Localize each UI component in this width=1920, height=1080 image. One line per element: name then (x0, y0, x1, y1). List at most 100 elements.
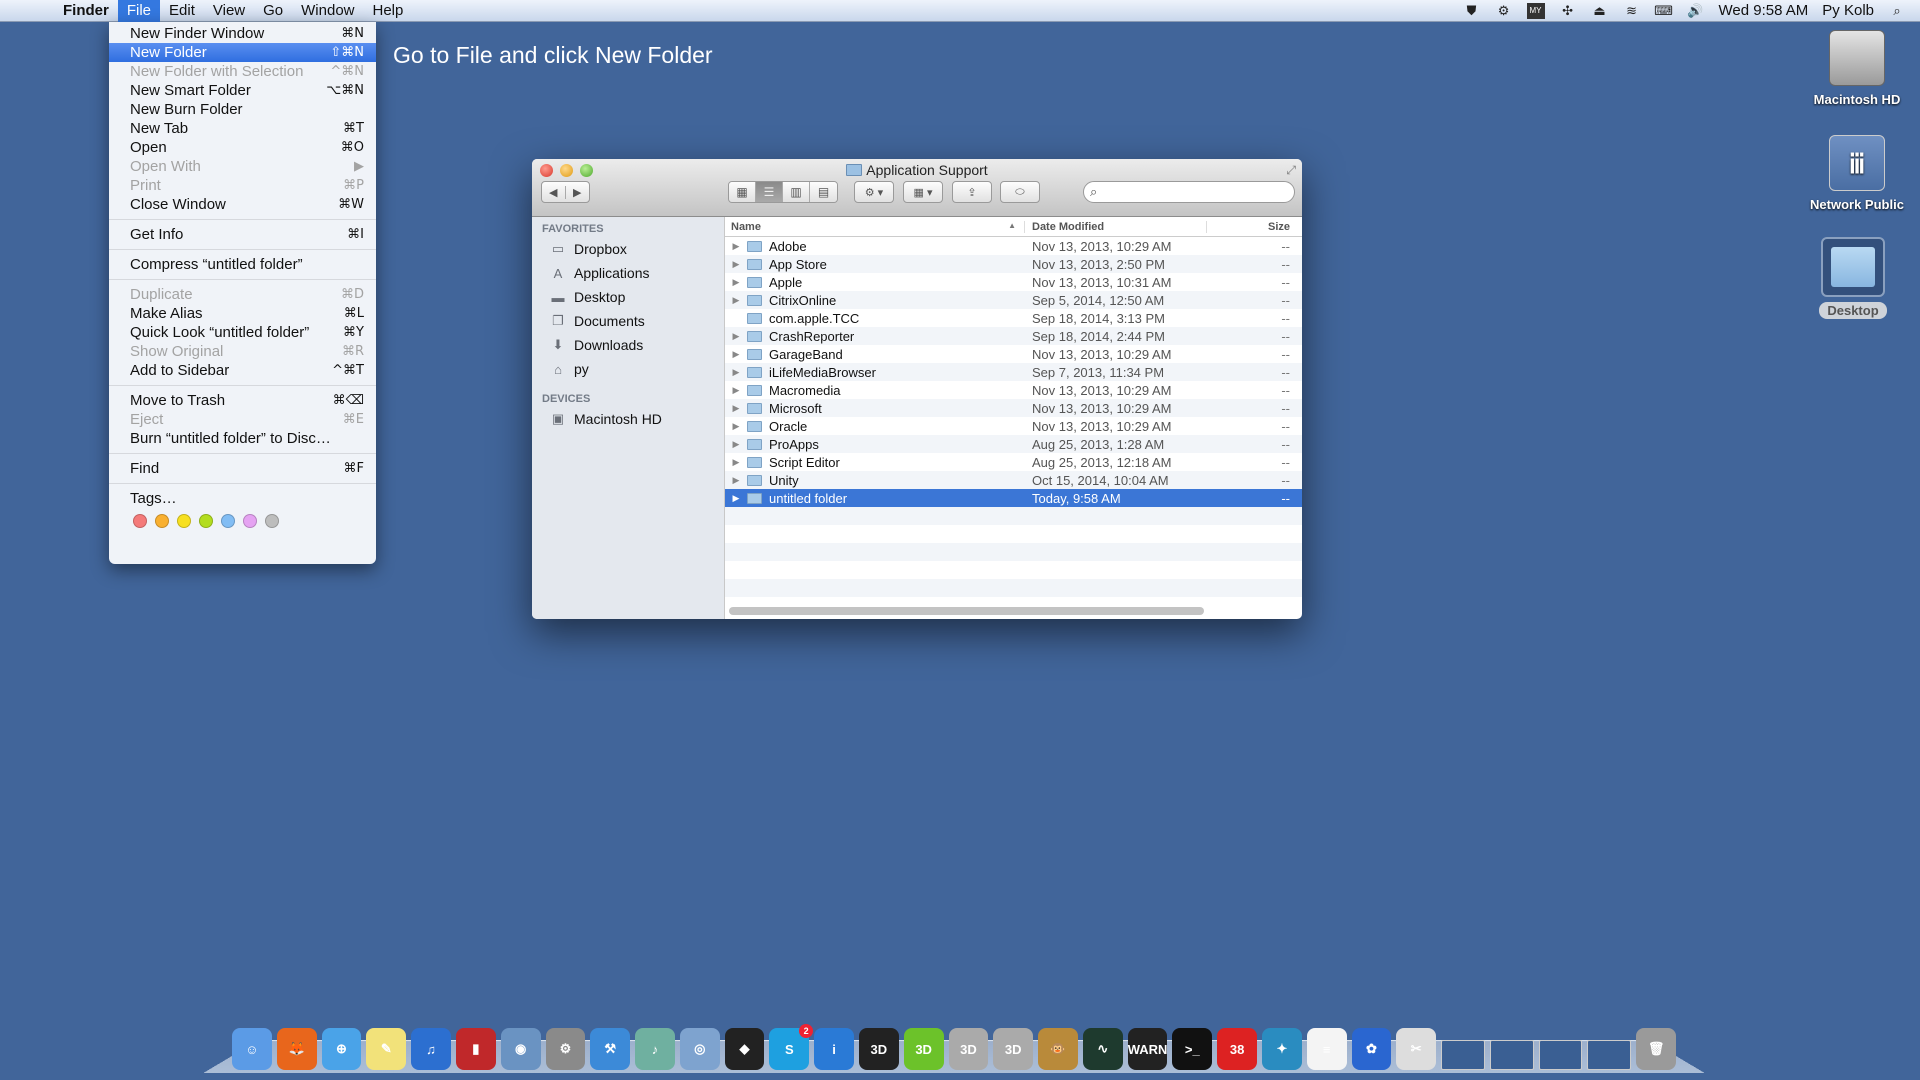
sidebar-item-applications[interactable]: A Applications (532, 261, 724, 285)
keyboard-icon[interactable]: ⌨ (1654, 3, 1673, 19)
tag-color-4[interactable] (221, 514, 235, 528)
dock-3d-app-8-icon[interactable]: 38 (1217, 1028, 1257, 1070)
dock-photo-booth-icon[interactable]: ▮ (455, 1028, 496, 1070)
tag-color-5[interactable] (243, 514, 257, 528)
menu-item-new-finder-window[interactable]: New Finder Window ⌘N (109, 24, 376, 43)
file-row[interactable]: ▶ GarageBand Nov 13, 2013, 10:29 AM -- (725, 345, 1302, 363)
disclosure-triangle-icon[interactable]: ▶ (725, 259, 747, 270)
file-row[interactable]: ▶ Macromedia Nov 13, 2013, 10:29 AM -- (725, 381, 1302, 399)
dock-3d-app-icon[interactable]: 3D (858, 1028, 899, 1070)
column-name[interactable]: Name ▲ (725, 220, 1025, 233)
disclosure-triangle-icon[interactable]: ▶ (725, 421, 747, 432)
sidebar-item-downloads[interactable]: ⬇ Downloads (532, 333, 724, 357)
menu-item-close-window[interactable]: Close Window ⌘W (109, 195, 376, 214)
wifi-icon[interactable]: ≋ (1623, 3, 1641, 19)
dock-info-icon[interactable]: i (814, 1028, 854, 1070)
menu-app-name[interactable]: Finder (54, 0, 118, 22)
dock-3d-app-6-icon[interactable]: 3D (948, 1028, 989, 1070)
dock-3d-app-7-icon[interactable]: 3D (993, 1028, 1034, 1070)
menu-item-add-to-sidebar[interactable]: Add to Sidebar ^⌘T (109, 361, 376, 380)
disclosure-triangle-icon[interactable]: ▶ (725, 241, 747, 252)
edit-tags-button[interactable]: ⬭ (1000, 181, 1040, 203)
desktop-icon-desktop[interactable]: Desktop (1798, 237, 1908, 319)
eject-icon[interactable]: ⏏ (1591, 3, 1609, 19)
dock-activity-monitor-icon[interactable]: ∿ (1082, 1028, 1123, 1070)
clock[interactable]: Wed 9:58 AM (1719, 2, 1809, 19)
menu-item-new-tab[interactable]: New Tab ⌘T (109, 119, 376, 138)
list-view-button[interactable]: ☰ (756, 182, 783, 202)
dock-terminal-icon[interactable]: >_ (1172, 1028, 1213, 1070)
menu-item-new-folder[interactable]: New Folder ⇧⌘N (109, 43, 376, 62)
menu-item-move-to-trash[interactable]: Move to Trash ⌘⌫ (109, 391, 376, 410)
menu-item-find[interactable]: Find ⌘F (109, 459, 376, 478)
dock-minimized-window-1-icon[interactable] (1441, 1040, 1485, 1070)
dock-finder-icon[interactable]: ☺ (232, 1028, 272, 1070)
action-button[interactable]: ⚙ ▾ (854, 181, 894, 203)
column-size[interactable]: Size (1207, 221, 1302, 233)
menu-go[interactable]: Go (254, 0, 292, 22)
disclosure-triangle-icon[interactable]: ▶ (725, 295, 747, 306)
share-button[interactable]: ⇪ (952, 181, 992, 203)
sidebar-item-dropbox[interactable]: ▭ Dropbox (532, 237, 724, 261)
menu-item-print[interactable]: Print ⌘P (109, 176, 376, 195)
icon-view-button[interactable]: ▦ (729, 182, 756, 202)
dock-system-preferences-icon[interactable]: ⚙ (545, 1028, 586, 1070)
dock-textedit-doc-icon[interactable]: ≡ (1306, 1028, 1347, 1070)
disclosure-triangle-icon[interactable]: ▶ (725, 475, 747, 486)
sidebar-item-documents[interactable]: ❐ Documents (532, 309, 724, 333)
coverflow-view-button[interactable]: ▤ (810, 182, 837, 202)
dock-safari-icon[interactable]: ⊕ (321, 1028, 362, 1070)
dock-console-icon[interactable]: WARN (1127, 1028, 1168, 1070)
sidebar-item-py[interactable]: ⌂ py (532, 357, 724, 381)
dock-unity-remote-icon[interactable]: ◎ (679, 1028, 720, 1070)
window-titlebar[interactable]: Application Support ⤢ ◀ ▶ ▦ ☰ ▥ ▤ ⚙ ▾ ▦ … (532, 159, 1302, 217)
disclosure-triangle-icon[interactable]: ▶ (725, 331, 747, 342)
back-button[interactable]: ◀ (542, 185, 566, 199)
dock-sourcetree-icon[interactable]: ✦ (1262, 1028, 1302, 1070)
forward-button[interactable]: ▶ (566, 186, 589, 199)
file-row[interactable]: ▶ CitrixOnline Sep 5, 2014, 12:50 AM -- (725, 291, 1302, 309)
menu-item-open[interactable]: Open ⌘O (109, 138, 376, 157)
menu-help[interactable]: Help (364, 0, 413, 22)
dock-skype-icon[interactable]: S2 (769, 1024, 814, 1070)
desktop-icon-macintosh-hd[interactable]: Macintosh HD (1802, 30, 1912, 107)
file-row[interactable]: ▶ Unity Oct 15, 2014, 10:04 AM -- (725, 471, 1302, 489)
search-icon[interactable]: ⌕ (1888, 3, 1906, 19)
menu-item-duplicate[interactable]: Duplicate ⌘D (109, 285, 376, 304)
file-row[interactable]: ▶ Script Editor Aug 25, 2013, 12:18 AM -- (725, 453, 1302, 471)
file-row[interactable]: ▶ ProApps Aug 25, 2013, 1:28 AM -- (725, 435, 1302, 453)
disclosure-triangle-icon[interactable]: ▶ (725, 403, 747, 414)
menu-item-eject[interactable]: Eject ⌘E (109, 410, 376, 429)
fullscreen-icon[interactable]: ⤢ (1286, 163, 1296, 178)
dock-itunes-icon[interactable]: ♫ (411, 1028, 451, 1070)
file-row[interactable]: ▶ Adobe Nov 13, 2013, 10:29 AM -- (725, 237, 1302, 255)
tag-color-1[interactable] (155, 514, 169, 528)
tag-color-6[interactable] (265, 514, 279, 528)
menu-edit[interactable]: Edit (160, 0, 204, 22)
disclosure-triangle-icon[interactable]: ▶ (725, 457, 747, 468)
menu-item-burn-untitled-folder-to-disc[interactable]: Burn “untitled folder” to Disc… (109, 429, 376, 448)
tag-color-0[interactable] (133, 514, 147, 528)
disclosure-triangle-icon[interactable]: ▶ (725, 385, 747, 396)
menu-item-new-smart-folder[interactable]: New Smart Folder ⌥⌘N (109, 81, 376, 100)
dock-minimized-window-3-icon[interactable] (1538, 1040, 1583, 1070)
sidebar-item-desktop[interactable]: ▬ Desktop (532, 285, 724, 309)
dock-settings-gear-icon[interactable]: ✿ (1351, 1028, 1392, 1070)
vpn-shield-icon[interactable]: ⛊ (1463, 3, 1481, 19)
menu-item-quick-look-untitled-folder[interactable]: Quick Look “untitled folder” ⌘Y (109, 323, 376, 342)
user-name[interactable]: Py Kolb (1822, 2, 1874, 19)
menu-item-make-alias[interactable]: Make Alias ⌘L (109, 304, 376, 323)
dock-stickies-icon[interactable]: ✎ (366, 1028, 407, 1070)
dock-trash-icon[interactable]: 🗑 (1636, 1028, 1676, 1070)
menu-item-open-with[interactable]: Open With ▶ (109, 157, 376, 176)
dock-minimized-window-2-icon[interactable] (1489, 1040, 1534, 1070)
tag-color-3[interactable] (199, 514, 213, 528)
tag-color-2[interactable] (177, 514, 191, 528)
gear-badge-icon[interactable]: ⚙ (1495, 3, 1513, 19)
column-view-button[interactable]: ▥ (783, 182, 810, 202)
menu-view[interactable]: View (204, 0, 254, 22)
dock-midi-app-icon[interactable]: ♪ (635, 1028, 675, 1070)
desktop-icon-network-public[interactable]: ⅲ Network Public (1802, 135, 1912, 212)
dock-grab-icon[interactable]: ✂ (1396, 1028, 1437, 1070)
volume-icon[interactable]: 🔊 (1687, 3, 1705, 19)
